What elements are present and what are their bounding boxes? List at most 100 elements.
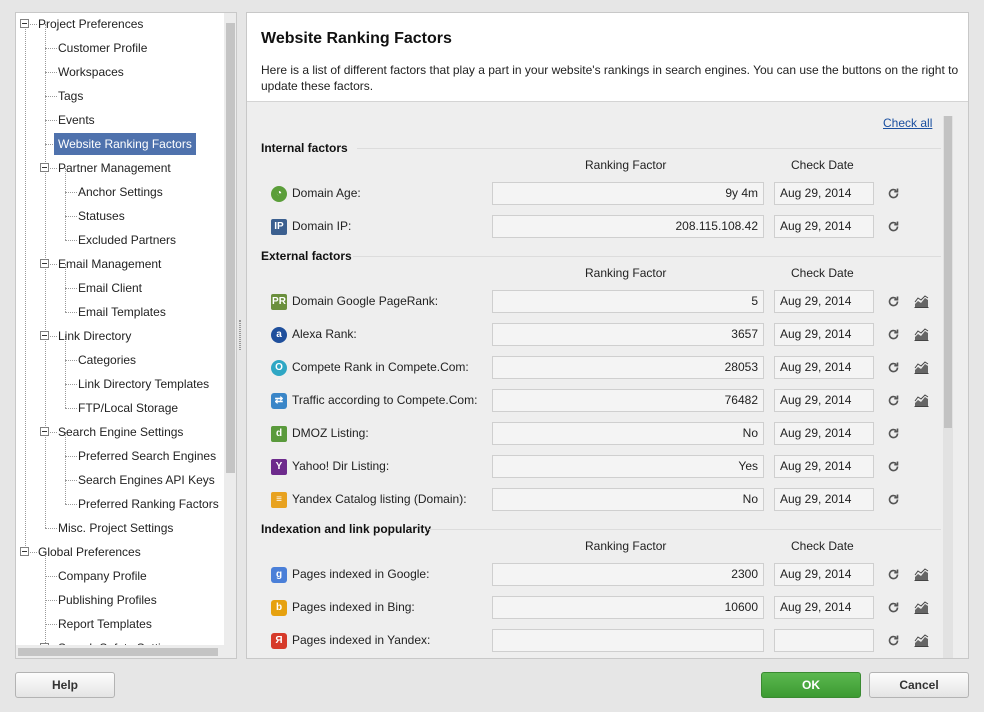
- factor-row: ≡ Yandex Catalog listing (Domain): No Aug 2…: [247, 488, 943, 512]
- factor-name: Domain IP:: [292, 219, 352, 233]
- ok-button[interactable]: OK: [761, 672, 861, 698]
- tree-vertical-scroll-thumb[interactable]: [226, 23, 235, 473]
- check-date-field: Aug 29, 2014: [774, 356, 874, 379]
- tree-item-email-client[interactable]: Email Client: [74, 277, 146, 299]
- factor-value-field: 9y 4m: [492, 182, 764, 205]
- refresh-icon[interactable]: [887, 460, 900, 473]
- factors-vertical-scrollbar[interactable]: [943, 116, 953, 658]
- tree-item-company-profile[interactable]: Company Profile: [54, 565, 151, 587]
- section-divider: [429, 529, 941, 530]
- tree-vertical-scrollbar[interactable]: [224, 13, 236, 658]
- refresh-icon[interactable]: [887, 361, 900, 374]
- tree-item-preferred-search-engines[interactable]: Preferred Search Engines: [74, 445, 220, 467]
- tree-connector-line: [25, 24, 26, 552]
- tree-horizontal-scroll-thumb[interactable]: [18, 648, 218, 656]
- tree-connector-line: [45, 24, 46, 528]
- tree-item-email-templates[interactable]: Email Templates: [74, 301, 170, 323]
- alexa-icon: a: [271, 327, 287, 343]
- factor-row: IP Domain IP: 208.115.108.42 Aug 29, 2014: [247, 215, 943, 239]
- yandex-icon: Я: [271, 633, 287, 649]
- collapse-toggle-icon[interactable]: [20, 547, 29, 556]
- tree-item-tags[interactable]: Tags: [54, 85, 87, 107]
- tree-item-misc-project-settings[interactable]: Misc. Project Settings: [54, 517, 177, 539]
- history-chart-icon[interactable]: [914, 568, 929, 581]
- cancel-button[interactable]: Cancel: [869, 672, 969, 698]
- refresh-icon[interactable]: [887, 601, 900, 614]
- factor-row: ⇄ Traffic according to Compete.Com: 76482 A…: [247, 389, 943, 413]
- factor-name: Pages indexed in Yandex:: [292, 633, 431, 647]
- tree-item-search-engine-settings[interactable]: Search Engine Settings: [54, 421, 187, 443]
- section-divider: [357, 148, 941, 149]
- tree-item-anchor-settings[interactable]: Anchor Settings: [74, 181, 167, 203]
- factor-name: Yahoo! Dir Listing:: [292, 459, 390, 473]
- check-date-field: [774, 629, 874, 652]
- tree-item-customer-profile[interactable]: Customer Profile: [54, 37, 151, 59]
- factor-row: d DMOZ Listing: No Aug 29, 2014: [247, 422, 943, 446]
- factor-value-field: 3657: [492, 323, 764, 346]
- factor-value-field: 28053: [492, 356, 764, 379]
- factors-vertical-scroll-thumb[interactable]: [944, 116, 952, 428]
- tree-item-website-ranking-factors[interactable]: Website Ranking Factors: [54, 133, 196, 155]
- tree-item-statuses[interactable]: Statuses: [74, 205, 129, 227]
- tree-item-search-engines-api-keys[interactable]: Search Engines API Keys: [74, 469, 219, 491]
- history-chart-icon[interactable]: [914, 634, 929, 647]
- tree-item-excluded-partners[interactable]: Excluded Partners: [74, 229, 180, 251]
- tree-item-publishing-profiles[interactable]: Publishing Profiles: [54, 589, 161, 611]
- factor-value-field: No: [492, 422, 764, 445]
- factor-name: Alexa Rank:: [292, 327, 357, 341]
- help-button[interactable]: Help: [15, 672, 115, 698]
- tree-item-email-management[interactable]: Email Management: [54, 253, 165, 275]
- collapse-toggle-icon[interactable]: [20, 19, 29, 28]
- collapse-toggle-icon[interactable]: [40, 331, 49, 340]
- traffic-icon: ⇄: [271, 393, 287, 409]
- ranking-factor-column-header: Ranking Factor: [585, 266, 667, 280]
- check-date-column-header: Check Date: [791, 158, 854, 172]
- tree-item-workspaces[interactable]: Workspaces: [54, 61, 128, 83]
- tree-item-preferred-ranking-factors[interactable]: Preferred Ranking Factors: [74, 493, 223, 515]
- refresh-icon[interactable]: [887, 427, 900, 440]
- yahoo-icon: Y: [271, 459, 287, 475]
- panel-splitter[interactable]: [239, 320, 241, 350]
- tree-item-link-directory[interactable]: Link Directory: [54, 325, 135, 347]
- factor-value-field: [492, 629, 764, 652]
- tree-item-project-preferences[interactable]: Project Preferences: [34, 13, 147, 35]
- refresh-icon[interactable]: [887, 568, 900, 581]
- tree-item-ftp-local-storage[interactable]: FTP/Local Storage: [74, 397, 182, 419]
- tree-item-categories[interactable]: Categories: [74, 349, 140, 371]
- refresh-icon[interactable]: [887, 634, 900, 647]
- tree-item-link-directory-templates[interactable]: Link Directory Templates: [74, 373, 213, 395]
- section-divider: [353, 256, 941, 257]
- history-chart-icon[interactable]: [914, 361, 929, 374]
- history-chart-icon[interactable]: [914, 328, 929, 341]
- factor-row: O Compete Rank in Compete.Com: 28053 Aug 29…: [247, 356, 943, 380]
- history-chart-icon[interactable]: [914, 394, 929, 407]
- tree-item-partner-management[interactable]: Partner Management: [54, 157, 175, 179]
- check-all-link[interactable]: Check all: [883, 116, 932, 130]
- tree-item-events[interactable]: Events: [54, 109, 99, 131]
- ip-icon: IP: [271, 219, 287, 235]
- history-chart-icon[interactable]: [914, 601, 929, 614]
- refresh-icon[interactable]: [887, 328, 900, 341]
- refresh-icon[interactable]: [887, 187, 900, 200]
- factor-value-field: No: [492, 488, 764, 511]
- check-date-field: Aug 29, 2014: [774, 389, 874, 412]
- tree-item-report-templates[interactable]: Report Templates: [54, 613, 156, 635]
- bing-icon: b: [271, 600, 287, 616]
- refresh-icon[interactable]: [887, 295, 900, 308]
- refresh-icon[interactable]: [887, 394, 900, 407]
- collapse-toggle-icon[interactable]: [40, 427, 49, 436]
- compete-icon: O: [271, 360, 287, 376]
- factor-name: Domain Google PageRank:: [292, 294, 439, 308]
- factor-value-field: 5: [492, 290, 764, 313]
- refresh-icon[interactable]: [887, 493, 900, 506]
- collapse-toggle-icon[interactable]: [40, 259, 49, 268]
- page-title: Website Ranking Factors: [261, 30, 452, 47]
- collapse-toggle-icon[interactable]: [40, 163, 49, 172]
- tree-item-global-preferences[interactable]: Global Preferences: [34, 541, 145, 563]
- refresh-icon[interactable]: [887, 220, 900, 233]
- page-description: Here is a list of different factors that…: [261, 63, 959, 93]
- section-title: External factors: [261, 249, 352, 263]
- tree-horizontal-scrollbar[interactable]: [16, 645, 224, 658]
- check-date-field: Aug 29, 2014: [774, 563, 874, 586]
- history-chart-icon[interactable]: [914, 295, 929, 308]
